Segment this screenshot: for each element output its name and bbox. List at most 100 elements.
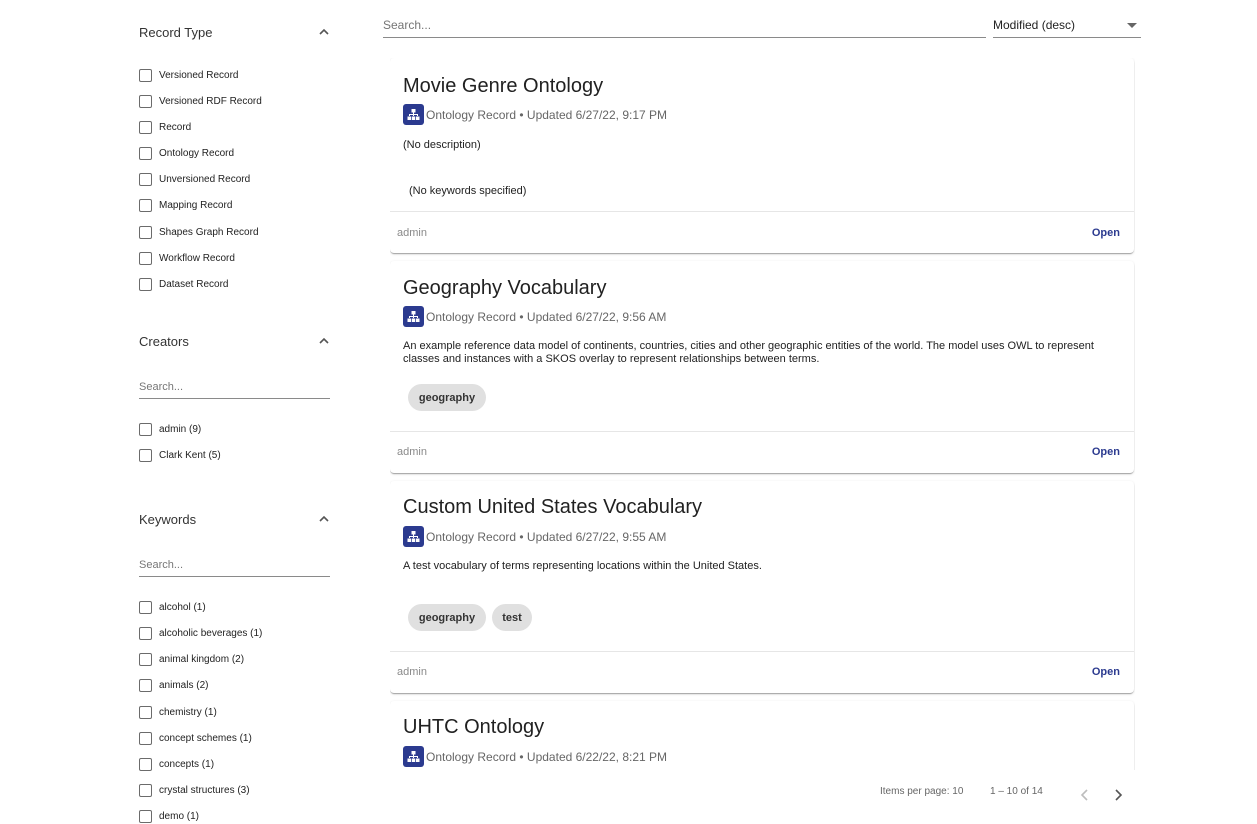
record-owner: admin [397,666,427,678]
option-label: Record [159,121,192,133]
keyword-option[interactable]: alcohol (1) [139,599,206,615]
checkbox[interactable] [139,600,152,614]
open-record-button[interactable]: Open [1092,227,1120,239]
creators-search-input[interactable] [139,377,330,397]
ontology-record-icon [403,104,424,125]
checkbox[interactable] [139,757,152,771]
option-label: chemistry (1) [159,706,217,718]
keyword-option[interactable]: animal kingdom (2) [139,651,244,667]
record-card: Geography Vocabulary Ontology Record • U… [390,261,1134,473]
checkbox[interactable] [139,448,152,462]
record-type-option[interactable]: Versioned Record [139,67,239,83]
checkbox[interactable] [139,172,152,186]
checkbox[interactable] [139,678,152,692]
option-label: Unversioned Record [159,173,251,185]
option-label: animal kingdom (2) [159,653,245,665]
option-label: Workflow Record [159,252,235,264]
checkbox[interactable] [139,705,152,719]
record-meta: Ontology Record • Updated 6/22/22, 8:21 … [403,746,667,767]
record-type-option[interactable]: Mapping Record [139,197,232,213]
card-divider [390,431,1134,432]
checkbox[interactable] [139,809,152,823]
keyword-option[interactable]: chemistry (1) [139,704,217,720]
checkbox[interactable] [139,146,152,160]
open-record-button[interactable]: Open [1092,666,1120,678]
record-meta-text: Ontology Record • Updated 6/27/22, 9:17 … [426,107,668,122]
creator-option[interactable]: Clark Kent (5) [139,447,221,463]
record-meta-text: Ontology Record • Updated 6/27/22, 9:56 … [426,309,667,324]
option-label: Clark Kent (5) [159,449,221,461]
checkbox[interactable] [139,626,152,640]
checkbox[interactable] [139,94,152,108]
record-type-option[interactable]: Unversioned Record [139,171,250,187]
checkbox[interactable] [139,251,152,265]
record-type-option[interactable]: Workflow Record [139,250,235,266]
checkbox[interactable] [139,422,152,436]
creators-title: Creators [139,333,189,349]
ontology-record-icon [403,746,424,767]
keyword-option[interactable]: animals (2) [139,677,208,693]
record-type-option[interactable]: Shapes Graph Record [139,224,259,240]
record-type-header[interactable]: Record Type [139,20,331,44]
keyword-chip[interactable]: geography [408,604,486,631]
next-page-icon[interactable] [1110,787,1126,803]
creators-search-field[interactable] [139,377,330,399]
keywords-title: Keywords [139,511,197,527]
creators-header[interactable]: Creators [139,329,331,353]
option-label: alcohol (1) [159,601,206,613]
sort-select[interactable]: Modified (desc) [993,14,1141,38]
keyword-chip[interactable]: geography [408,384,486,411]
records-search-input[interactable] [383,14,986,36]
chevron-up-icon[interactable] [317,25,331,39]
checkbox[interactable] [139,783,152,797]
keyword-option[interactable]: crystal structures (3) [139,782,250,798]
dropdown-arrow-icon [1127,23,1137,28]
keywords-search-input[interactable] [139,555,330,575]
option-label: animals (2) [159,679,209,691]
items-per-page[interactable]: Items per page: 10 [880,786,963,797]
record-title[interactable]: UHTC Ontology [403,716,544,739]
chevron-up-icon[interactable] [317,512,331,526]
record-type-option[interactable]: Ontology Record [139,145,234,161]
checkbox[interactable] [139,277,152,291]
keywords-filter: Keywords [139,507,331,531]
record-card: Custom United States Vocabulary Ontology… [390,481,1134,693]
option-label: Ontology Record [159,147,235,159]
checkbox[interactable] [139,198,152,212]
keyword-option[interactable]: concepts (1) [139,756,214,772]
record-card: UHTC Ontology Ontology Record • Updated … [390,701,1134,770]
record-title[interactable]: Movie Genre Ontology [403,75,603,98]
creator-option[interactable]: admin (9) [139,421,201,437]
chevron-up-icon[interactable] [317,334,331,348]
record-type-option[interactable]: Versioned RDF Record [139,93,262,109]
keyword-chip[interactable]: test [492,604,532,631]
previous-page-icon[interactable] [1077,787,1093,803]
keyword-option[interactable]: demo (1) [139,808,199,824]
option-label: Versioned Record [159,69,239,81]
record-description: A test vocabulary of terms representing … [403,560,762,572]
checkbox[interactable] [139,68,152,82]
option-label: alcoholic beverages (1) [159,627,263,639]
option-label: demo (1) [159,810,200,822]
keywords-search-field[interactable] [139,555,330,577]
option-label: admin (9) [159,423,202,435]
record-meta: Ontology Record • Updated 6/27/22, 9:17 … [403,104,667,125]
keyword-option[interactable]: concept schemes (1) [139,730,252,746]
checkbox[interactable] [139,120,152,134]
card-divider [390,651,1134,652]
checkbox[interactable] [139,652,152,666]
keyword-option[interactable]: alcoholic beverages (1) [139,625,262,641]
checkbox[interactable] [139,731,152,745]
record-type-option[interactable]: Dataset Record [139,276,228,292]
checkbox[interactable] [139,225,152,239]
record-type-option[interactable]: Record [139,119,191,135]
creators-filter: Creators [139,329,331,353]
record-description: (No description) [403,139,481,151]
card-divider [390,211,1134,212]
record-title[interactable]: Geography Vocabulary [403,277,606,300]
open-record-button[interactable]: Open [1092,446,1120,458]
record-meta: Ontology Record • Updated 6/27/22, 9:56 … [403,306,666,327]
record-title[interactable]: Custom United States Vocabulary [403,496,702,519]
keywords-header[interactable]: Keywords [139,507,331,531]
records-search-field[interactable] [383,14,986,38]
